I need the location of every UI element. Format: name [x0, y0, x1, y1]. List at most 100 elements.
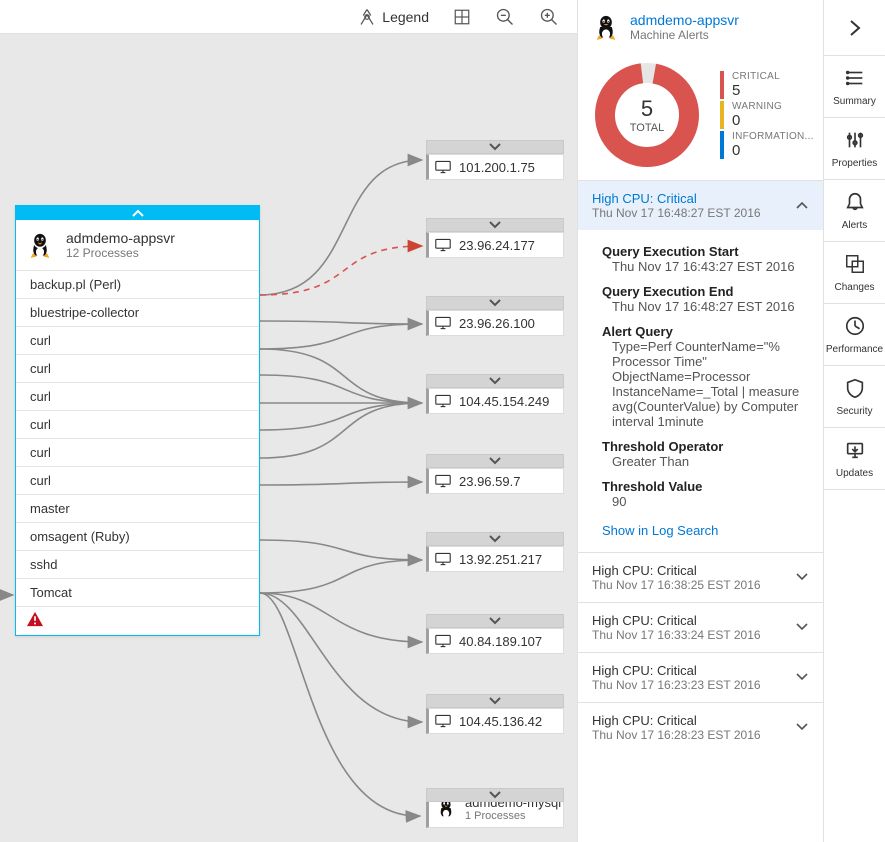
- node-body[interactable]: 40.84.189.107: [426, 628, 564, 654]
- rail-label: Updates: [836, 468, 873, 479]
- alerts-icon: [844, 191, 866, 216]
- process-row[interactable]: omsagent (Ruby): [16, 523, 259, 551]
- fit-screen-button[interactable]: [453, 8, 471, 26]
- process-row[interactable]: bluestripe-collector: [16, 299, 259, 327]
- severity-warning[interactable]: WARNING 0: [720, 101, 814, 129]
- node-body[interactable]: 104.45.136.42: [426, 708, 564, 734]
- target-node[interactable]: 40.84.189.107: [426, 614, 564, 654]
- alert-field-value: Thu Nov 17 16:48:27 EST 2016: [602, 299, 809, 314]
- card-collapse-bar[interactable]: [16, 206, 259, 220]
- process-row[interactable]: Tomcat: [16, 579, 259, 607]
- alert-title: High CPU: Critical: [592, 191, 761, 206]
- node-ip: 23.96.24.177: [459, 238, 535, 253]
- alert-header[interactable]: High CPU: CriticalThu Nov 17 16:23:23 ES…: [578, 653, 823, 702]
- target-node[interactable]: 13.92.251.217: [426, 532, 564, 572]
- process-row[interactable]: curl: [16, 383, 259, 411]
- source-server-card[interactable]: admdemo-appsvr 12 Processes backup.pl (P…: [15, 205, 260, 636]
- node-collapse[interactable]: [426, 374, 564, 388]
- target-machine-node[interactable]: admdemo-mysql 1 Processes: [426, 788, 564, 828]
- rail-label: Changes: [834, 282, 874, 293]
- rail-expand-button[interactable]: [824, 0, 885, 56]
- target-node[interactable]: 104.45.136.42: [426, 694, 564, 734]
- monitor-icon: [435, 714, 451, 728]
- panel-header: admdemo-appsvr Machine Alerts: [578, 0, 823, 54]
- target-node[interactable]: 23.96.26.100: [426, 296, 564, 336]
- summary-icon: [844, 67, 866, 92]
- process-row[interactable]: curl: [16, 439, 259, 467]
- chevron-down-icon: [488, 298, 502, 308]
- show-in-log-search-link[interactable]: Show in Log Search: [602, 523, 809, 538]
- legend-button[interactable]: Legend: [358, 8, 429, 26]
- process-row[interactable]: curl: [16, 327, 259, 355]
- chevron-right-icon: [845, 18, 865, 38]
- alert-title: High CPU: Critical: [592, 563, 761, 578]
- target-node[interactable]: 101.200.1.75: [426, 140, 564, 180]
- alert-title: High CPU: Critical: [592, 663, 761, 678]
- node-body[interactable]: 23.96.24.177: [426, 232, 564, 258]
- alert-header[interactable]: High CPU: CriticalThu Nov 17 16:33:24 ES…: [578, 603, 823, 652]
- node-collapse[interactable]: [426, 454, 564, 468]
- process-row[interactable]: curl: [16, 467, 259, 495]
- node-body[interactable]: 23.96.59.7: [426, 468, 564, 494]
- alert-title: High CPU: Critical: [592, 713, 761, 728]
- rail-tab-updates[interactable]: Updates: [824, 428, 885, 490]
- alerts-summary-chart: 5 TOTAL CRITICAL 5 WARNING 0: [578, 54, 823, 180]
- alert-header[interactable]: High CPU: CriticalThu Nov 17 16:38:25 ES…: [578, 553, 823, 602]
- property-tab-rail: Summary PropertiesAlerts Changes Performanc…: [823, 0, 885, 842]
- alert-field-key: Threshold Operator: [602, 439, 809, 454]
- rail-tab-changes[interactable]: Changes: [824, 242, 885, 304]
- performance-icon: [844, 315, 866, 340]
- total-alerts-label: TOTAL: [630, 122, 664, 134]
- node-ip: 104.45.154.249: [459, 394, 549, 409]
- severity-info[interactable]: INFORMATION... 0: [720, 131, 814, 159]
- node-body[interactable]: 101.200.1.75: [426, 154, 564, 180]
- severity-critical[interactable]: CRITICAL 5: [720, 71, 814, 99]
- chevron-up-icon: [131, 208, 145, 218]
- node-body[interactable]: 13.92.251.217: [426, 546, 564, 572]
- chevron-down-icon: [488, 790, 502, 800]
- node-collapse[interactable]: [426, 614, 564, 628]
- dependency-map-canvas[interactable]: Legend admdemo-appsv: [0, 0, 577, 842]
- process-row[interactable]: sshd: [16, 551, 259, 579]
- card-warning-row: [16, 607, 259, 635]
- machine-node-collapse[interactable]: [426, 788, 564, 802]
- monitor-icon: [435, 634, 451, 648]
- monitor-icon: [435, 316, 451, 330]
- rail-tab-properties[interactable]: Properties: [824, 118, 885, 180]
- node-collapse[interactable]: [426, 694, 564, 708]
- panel-subtitle: Machine Alerts: [630, 28, 739, 42]
- alert-header[interactable]: High CPU: Critical Thu Nov 17 16:48:27 E…: [578, 181, 823, 230]
- node-ip: 40.84.189.107: [459, 634, 542, 649]
- node-body[interactable]: 23.96.26.100: [426, 310, 564, 336]
- node-collapse[interactable]: [426, 532, 564, 546]
- node-collapse[interactable]: [426, 218, 564, 232]
- target-node[interactable]: 104.45.154.249: [426, 374, 564, 414]
- chevron-down-icon: [795, 620, 809, 635]
- rail-tab-performance[interactable]: Performance: [824, 304, 885, 366]
- node-collapse[interactable]: [426, 140, 564, 154]
- process-row[interactable]: curl: [16, 355, 259, 383]
- alert-time: Thu Nov 17 16:33:24 EST 2016: [592, 628, 761, 642]
- process-row[interactable]: master: [16, 495, 259, 523]
- chevron-down-icon: [795, 570, 809, 585]
- zoom-out-button[interactable]: [495, 7, 515, 27]
- alert-field-value: Type=Perf CounterName="% Processor Time"…: [602, 339, 809, 429]
- changes-icon: [844, 253, 866, 278]
- node-collapse[interactable]: [426, 296, 564, 310]
- linux-icon: [592, 13, 620, 41]
- process-row[interactable]: curl: [16, 411, 259, 439]
- node-body[interactable]: 104.45.154.249: [426, 388, 564, 414]
- server-process-count: 12 Processes: [66, 246, 175, 260]
- rail-tab-summary[interactable]: Summary: [824, 56, 885, 118]
- target-node[interactable]: 23.96.59.7: [426, 454, 564, 494]
- target-node[interactable]: 23.96.24.177: [426, 218, 564, 258]
- rail-label: Summary: [833, 96, 876, 107]
- rail-tab-alerts[interactable]: Alerts: [824, 180, 885, 242]
- rail-tab-security[interactable]: Security: [824, 366, 885, 428]
- alert-header[interactable]: High CPU: CriticalThu Nov 17 16:28:23 ES…: [578, 703, 823, 752]
- process-row[interactable]: backup.pl (Perl): [16, 271, 259, 299]
- chevron-down-icon: [488, 534, 502, 544]
- zoom-in-button[interactable]: [539, 7, 559, 27]
- updates-icon: [844, 439, 866, 464]
- server-name: admdemo-appsvr: [66, 230, 175, 246]
